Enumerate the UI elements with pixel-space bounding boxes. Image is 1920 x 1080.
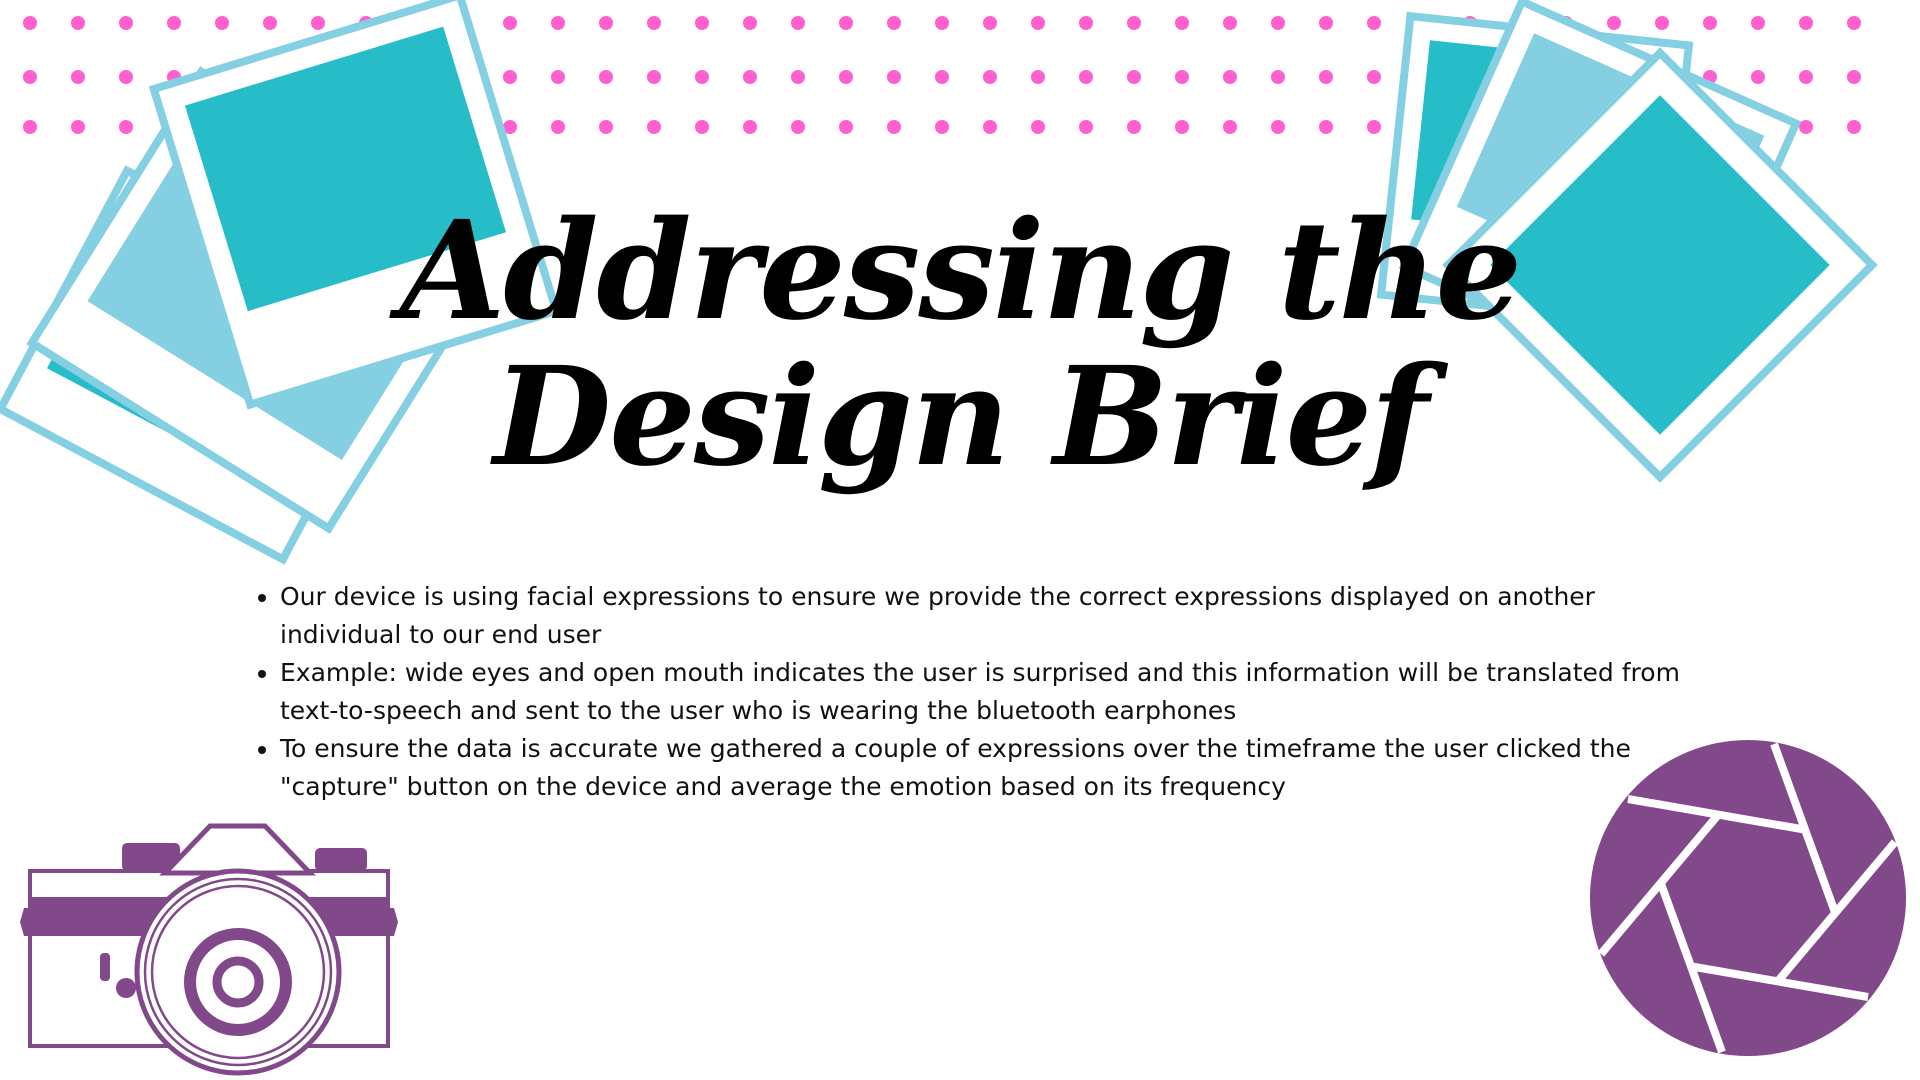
polka-dot xyxy=(1127,120,1141,134)
polka-dot xyxy=(1079,16,1093,30)
polka-dot xyxy=(839,120,853,134)
polka-dot xyxy=(1847,70,1861,84)
polka-dot xyxy=(599,120,613,134)
polka-dot xyxy=(839,70,853,84)
polka-dot xyxy=(743,120,757,134)
polka-dot xyxy=(1175,120,1189,134)
polka-dot xyxy=(1223,16,1237,30)
polka-dot xyxy=(647,16,661,30)
polka-dot xyxy=(887,120,901,134)
polka-dot xyxy=(1271,16,1285,30)
polka-dot xyxy=(887,70,901,84)
polka-dot xyxy=(1031,70,1045,84)
polka-dot xyxy=(1223,70,1237,84)
slide-title: Addressing the Design Brief xyxy=(399,191,1522,497)
polka-dot xyxy=(1127,70,1141,84)
polka-dot xyxy=(119,70,133,84)
polka-dot xyxy=(1847,16,1861,30)
polka-dot xyxy=(311,16,325,30)
polka-dot xyxy=(119,16,133,30)
polka-dot xyxy=(1751,70,1765,84)
polka-dot xyxy=(1319,120,1333,134)
polka-dot xyxy=(551,70,565,84)
polka-dot xyxy=(1271,70,1285,84)
polka-dot xyxy=(503,16,517,30)
polka-dot xyxy=(1031,120,1045,134)
polka-dot xyxy=(791,16,805,30)
polka-dot xyxy=(1607,16,1621,30)
polka-dot xyxy=(263,16,277,30)
polka-dot xyxy=(1175,16,1189,30)
slide-artwork xyxy=(0,0,1906,1076)
polka-dot xyxy=(1319,16,1333,30)
polka-dot xyxy=(119,120,133,134)
polka-dot xyxy=(23,70,37,84)
polka-dot xyxy=(1799,70,1813,84)
polka-dot xyxy=(839,16,853,30)
polka-dot xyxy=(1127,16,1141,30)
polka-dot xyxy=(983,120,997,134)
polka-dot xyxy=(743,16,757,30)
bullet-item: Example: wide eyes and open mouth indica… xyxy=(280,654,1700,730)
polka-dot xyxy=(1223,120,1237,134)
polka-dot xyxy=(71,120,85,134)
polka-dot xyxy=(71,16,85,30)
polka-dot xyxy=(695,70,709,84)
polka-dot xyxy=(791,70,805,84)
polka-dot xyxy=(599,70,613,84)
polka-dot xyxy=(1031,16,1045,30)
bullet-item: To ensure the data is accurate we gather… xyxy=(280,730,1700,806)
polka-dot xyxy=(791,120,805,134)
polka-dot xyxy=(1751,16,1765,30)
polka-dot xyxy=(1367,70,1381,84)
polka-dot xyxy=(599,16,613,30)
polka-dot xyxy=(167,16,181,30)
polka-dot xyxy=(647,120,661,134)
polka-dot xyxy=(551,16,565,30)
polka-dot xyxy=(935,70,949,84)
polka-dot xyxy=(695,16,709,30)
polka-dot xyxy=(23,120,37,134)
polka-dot xyxy=(1367,16,1381,30)
bullet-item: Our device is using facial expressions t… xyxy=(280,578,1700,654)
polka-dot xyxy=(983,70,997,84)
polka-dot xyxy=(1079,120,1093,134)
polka-dot xyxy=(1319,70,1333,84)
polka-dot xyxy=(71,70,85,84)
polka-dot xyxy=(1703,16,1717,30)
polka-dot xyxy=(1271,120,1285,134)
polka-dot xyxy=(647,70,661,84)
polka-dot xyxy=(743,70,757,84)
bullet-list: Our device is using facial expressions t… xyxy=(250,578,1700,806)
polka-dot xyxy=(935,16,949,30)
polka-dot xyxy=(215,16,229,30)
polka-dot xyxy=(1175,70,1189,84)
polka-dot xyxy=(983,16,997,30)
slide: Addressing the Design Brief Our device i… xyxy=(0,0,1920,1080)
polka-dot xyxy=(935,120,949,134)
polka-dot xyxy=(1655,16,1669,30)
polka-dot xyxy=(503,70,517,84)
polka-dot xyxy=(1847,120,1861,134)
polka-dot xyxy=(1079,70,1093,84)
polka-dot xyxy=(695,120,709,134)
polka-dot xyxy=(551,120,565,134)
polka-dot xyxy=(1799,16,1813,30)
polka-dot xyxy=(1367,120,1381,134)
polka-dot xyxy=(887,16,901,30)
polka-dot xyxy=(23,16,37,30)
polka-dot xyxy=(1799,120,1813,134)
camera-icon xyxy=(20,823,398,1076)
